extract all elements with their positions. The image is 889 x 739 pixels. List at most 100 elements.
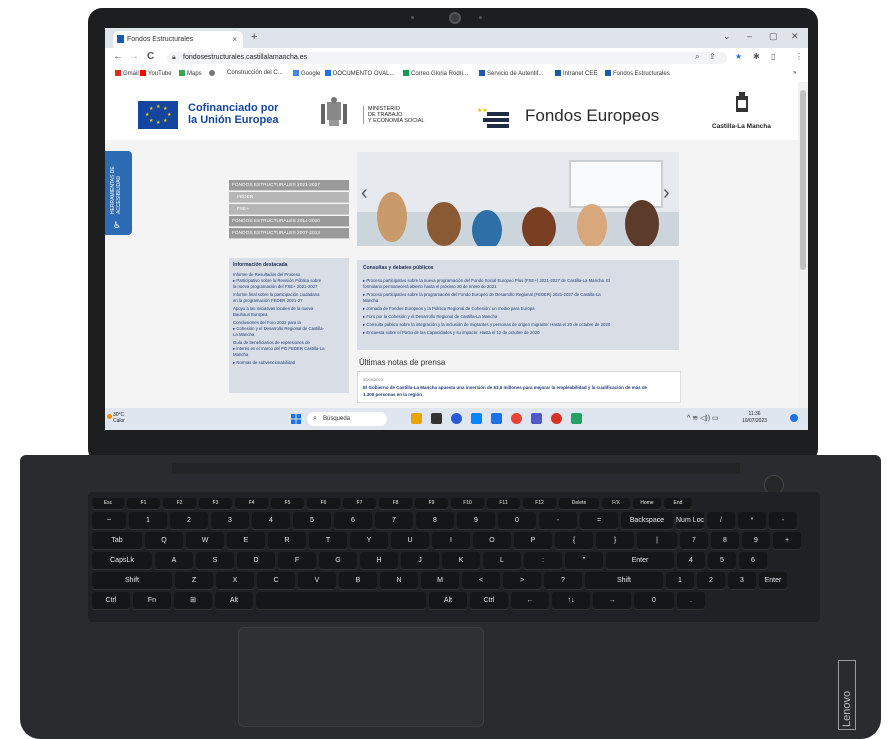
consult-link[interactable]: formulario permanecerá abierto hasta el …	[363, 284, 675, 289]
key-symbol[interactable]: :	[524, 552, 562, 569]
bookmark-gmail[interactable]: Gmail	[115, 70, 139, 77]
key-numlock[interactable]: Num Lock	[676, 512, 704, 529]
bookmark-documento[interactable]: DOCUMENTO OVAL...	[325, 70, 394, 77]
key-symbol[interactable]: →	[593, 592, 631, 609]
key-r[interactable]: R	[268, 532, 306, 549]
ministry-logo[interactable]: MINISTERIO DE TRABAJO Y ECONOMÍA SOCIAL	[363, 106, 453, 124]
scrollbar-thumb[interactable]	[800, 90, 806, 270]
key-b[interactable]: B	[339, 572, 377, 589]
nav-item-fondos-2014[interactable]: FONDOS ESTRUCTURALES 2014-2020	[229, 216, 349, 227]
consult-link[interactable]: ▸ Consulta pública sobre la integración …	[363, 322, 675, 327]
key-1[interactable]: 1	[666, 572, 694, 589]
key-space[interactable]	[256, 592, 426, 609]
key-f[interactable]: F	[278, 552, 316, 569]
consult-link[interactable]: ▸ Foro por la Cohesión y el Desarrollo R…	[363, 314, 675, 319]
key-symbol[interactable]: ?	[544, 572, 582, 589]
key-tab[interactable]: Tab	[92, 532, 142, 549]
key-symbol[interactable]: ⊞	[174, 592, 212, 609]
taskbar-clock[interactable]: 11:36 10/07/2023	[742, 411, 767, 425]
key-shift[interactable]: Shift	[585, 572, 663, 589]
new-tab-button[interactable]: +	[251, 31, 257, 43]
key-end[interactable]: End	[664, 498, 692, 509]
key-q[interactable]: Q	[145, 532, 183, 549]
key-symbol[interactable]: -	[769, 512, 797, 529]
key-7[interactable]: 7	[680, 532, 708, 549]
info-link[interactable]: ▸ Participativo sobre la Revisión Públic…	[233, 278, 347, 283]
eu-cofinanced-logo[interactable]: Cofinanciado por la Unión Europea	[188, 102, 298, 126]
consult-link[interactable]: Mancha	[363, 298, 675, 303]
key-ctrl[interactable]: Ctrl	[470, 592, 508, 609]
key-9[interactable]: 9	[457, 512, 495, 529]
notification-icon[interactable]	[790, 414, 798, 422]
system-tray[interactable]: ^ ≋ ◁)) ▭	[687, 414, 719, 422]
reload-button[interactable]: C	[147, 51, 154, 62]
key-f6[interactable]: F6	[307, 498, 340, 509]
browser-menu-icon[interactable]: ⋮	[795, 52, 803, 61]
key-symbol[interactable]: ←	[511, 592, 549, 609]
bookmark-intranet[interactable]: Intranet CEE	[555, 70, 597, 77]
key-f5[interactable]: F5	[271, 498, 304, 509]
info-link[interactable]: ▸ interés en el marco del PO FEDER Casti…	[233, 346, 347, 351]
teams-icon[interactable]	[531, 413, 542, 424]
key-a[interactable]: A	[155, 552, 193, 569]
key-alt[interactable]: Alt	[429, 592, 467, 609]
key-symbol[interactable]: <	[462, 572, 500, 589]
notas-link[interactable]: 1.300 personas en la región	[363, 392, 675, 397]
touchpad[interactable]	[238, 627, 484, 727]
consult-link[interactable]: ▸ Encuesta sobre el Pacto de las Capacid…	[363, 330, 675, 335]
app-icon[interactable]	[551, 413, 562, 424]
bookmark-google[interactable]: Google	[293, 70, 320, 77]
key-g[interactable]: G	[319, 552, 357, 569]
task-view-icon[interactable]	[431, 413, 442, 424]
widgets-icon[interactable]	[411, 413, 422, 424]
mail-app-icon[interactable]	[491, 413, 502, 424]
key-symbol[interactable]: *	[738, 512, 766, 529]
key-7[interactable]: 7	[375, 512, 413, 529]
key-fx[interactable]: F/X	[602, 498, 630, 509]
key-p[interactable]: P	[514, 532, 552, 549]
info-link[interactable]: en la programación FEDER 2021-27	[233, 298, 347, 303]
key-i[interactable]: I	[432, 532, 470, 549]
key-esc[interactable]: Esc	[92, 498, 124, 509]
key-n[interactable]: N	[380, 572, 418, 589]
key-symbol[interactable]: =	[580, 512, 618, 529]
key-symbol[interactable]: }	[596, 532, 634, 549]
key-5[interactable]: 5	[708, 552, 736, 569]
key-f4[interactable]: F4	[235, 498, 268, 509]
key-home[interactable]: Home	[633, 498, 661, 509]
nav-item-feder[interactable]: FEDER	[229, 192, 349, 203]
key-f11[interactable]: F11	[487, 498, 520, 509]
key-0[interactable]: 0	[498, 512, 536, 529]
key-f3[interactable]: F3	[199, 498, 232, 509]
excel-icon[interactable]	[571, 413, 582, 424]
key-f1[interactable]: F1	[127, 498, 160, 509]
fondos-europeos-logo[interactable]: Fondos Europeos	[525, 106, 659, 126]
key-4[interactable]: 4	[252, 512, 290, 529]
info-link[interactable]: Bauhaus Europea	[233, 312, 347, 317]
key-8[interactable]: 8	[416, 512, 454, 529]
windows-start-icon[interactable]	[291, 414, 301, 424]
key-u[interactable]: U	[391, 532, 429, 549]
key-9[interactable]: 9	[742, 532, 770, 549]
key-3[interactable]: 3	[728, 572, 756, 589]
key-j[interactable]: J	[401, 552, 439, 569]
bookmark-servicio[interactable]: Servicio de Autentif...	[479, 70, 543, 77]
key-symbol[interactable]: /	[707, 512, 735, 529]
key-8[interactable]: 8	[711, 532, 739, 549]
minimize-button[interactable]: –	[747, 31, 752, 41]
key-symbol[interactable]: ↑↓	[552, 592, 590, 609]
key-o[interactable]: O	[473, 532, 511, 549]
carousel-next-icon[interactable]: ›	[663, 182, 670, 205]
key-t[interactable]: T	[309, 532, 347, 549]
key-d[interactable]: D	[237, 552, 275, 569]
carousel-prev-icon[interactable]: ‹	[361, 182, 368, 205]
chat-icon[interactable]	[451, 413, 462, 424]
nav-item-fondos-2021[interactable]: FONDOS ESTRUCTURALES 2021-2027	[229, 180, 349, 191]
consult-link[interactable]: ▸ Jornada de Fondos Europeos y la Políti…	[363, 306, 675, 311]
key-delete[interactable]: Delete	[559, 498, 599, 509]
page-scrollbar[interactable]	[798, 82, 808, 408]
key-symbol[interactable]: {	[555, 532, 593, 549]
key-f8[interactable]: F8	[379, 498, 412, 509]
key-l[interactable]: L	[483, 552, 521, 569]
sidepanel-icon[interactable]: ▯	[771, 52, 775, 61]
